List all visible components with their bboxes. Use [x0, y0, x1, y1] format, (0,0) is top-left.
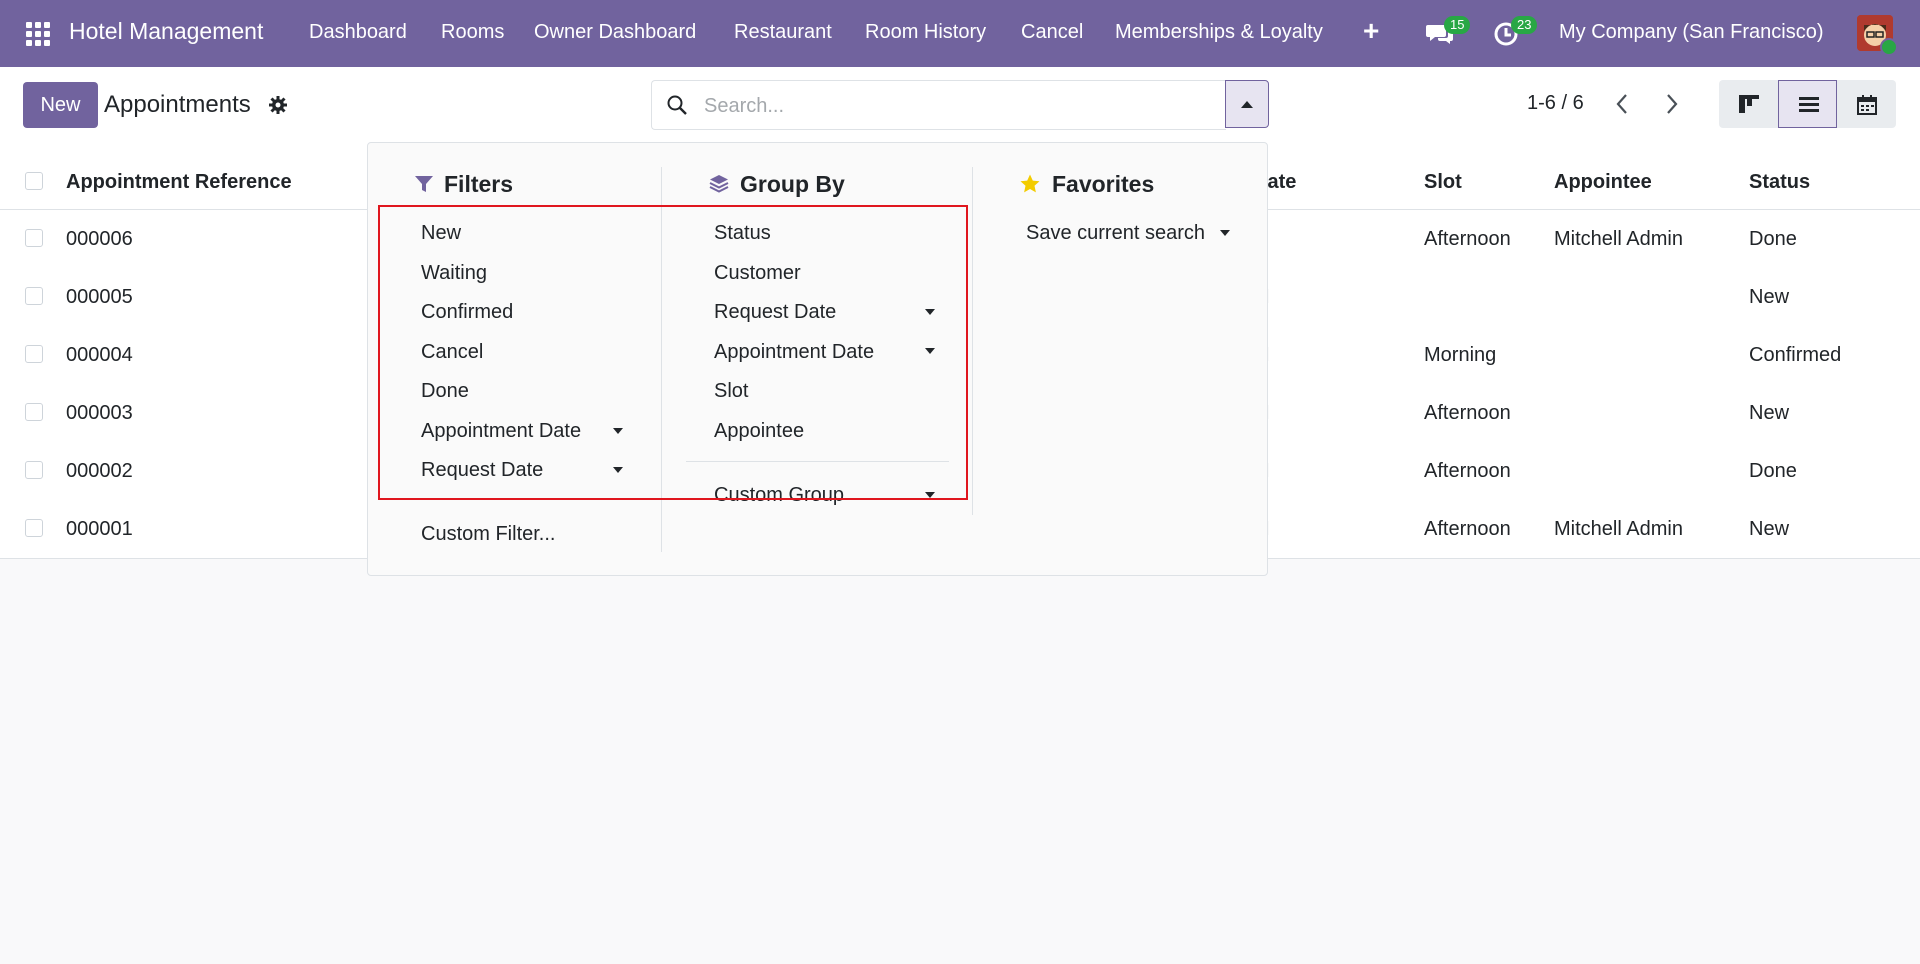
menu-dashboard[interactable]: Dashboard: [309, 21, 407, 44]
group-by-title: Group By: [740, 171, 845, 197]
cell-status: Confirmed: [1749, 344, 1842, 366]
cell-reference: 000005: [66, 286, 133, 308]
apps-grid-icon[interactable]: [26, 22, 50, 46]
row-checkbox[interactable]: [25, 229, 43, 247]
pager-next-icon[interactable]: [1659, 89, 1683, 119]
row-checkbox[interactable]: [25, 461, 43, 479]
cell-slot: Afternoon: [1424, 460, 1511, 482]
caret-down-icon[interactable]: [613, 467, 623, 473]
filter-new[interactable]: New: [421, 222, 461, 245]
group-by-heading: Group By: [708, 171, 845, 198]
column-header-status[interactable]: Status: [1749, 171, 1810, 194]
menu-memberships-loyalty[interactable]: Memberships & Loyalty: [1115, 21, 1323, 44]
caret-down-icon[interactable]: [925, 348, 935, 354]
cell-status: Done: [1749, 228, 1797, 250]
activities-badge: 23: [1511, 16, 1538, 34]
filter-appointment-date[interactable]: Appointment Date: [421, 420, 581, 443]
cell-reference: 000004: [66, 344, 133, 366]
search-input[interactable]: [702, 81, 1216, 131]
custom-group-select[interactable]: Custom Group: [714, 484, 844, 507]
group-request-date[interactable]: Request Date: [714, 301, 836, 324]
calendar-view-button[interactable]: [1837, 80, 1896, 128]
group-customer[interactable]: Customer: [714, 262, 801, 285]
row-checkbox[interactable]: [25, 403, 43, 421]
caret-down-icon[interactable]: [1220, 230, 1230, 236]
column-header-slot[interactable]: Slot: [1424, 171, 1462, 194]
caret-up-icon: [1241, 101, 1253, 108]
column-header-reference[interactable]: Appointment Reference: [66, 171, 292, 194]
messages-badge: 15: [1444, 16, 1471, 34]
caret-down-icon[interactable]: [925, 492, 935, 498]
page-title: Appointments: [104, 91, 251, 118]
filter-cancel[interactable]: Cancel: [421, 341, 483, 364]
group-appointee[interactable]: Appointee: [714, 420, 804, 443]
filters-heading: Filters: [444, 171, 514, 197]
row-checkbox[interactable]: [25, 287, 43, 305]
search-box: [651, 80, 1226, 131]
menu-owner-dashboard[interactable]: Owner Dashboard: [534, 21, 696, 44]
cell-reference: 000002: [66, 460, 133, 482]
menu-restaurant[interactable]: Restaurant: [734, 21, 832, 44]
cell-slot: Morning: [1424, 344, 1497, 366]
cell-reference: 000001: [66, 518, 133, 540]
pager-value[interactable]: 1-6 / 6: [1527, 92, 1584, 115]
save-current-search[interactable]: Save current search: [1026, 222, 1205, 245]
favorites-heading: Favorites: [1052, 171, 1155, 197]
search-icon: [667, 95, 687, 115]
row-checkbox[interactable]: [25, 519, 43, 537]
cell-appointee: Mitchell Admin: [1554, 228, 1683, 250]
control-panel: New Appointments 1-6 / 6: [0, 67, 1920, 154]
pager-previous-icon[interactable]: [1611, 89, 1635, 119]
custom-filter-link[interactable]: Custom Filter...: [421, 523, 555, 546]
row-checkbox[interactable]: [25, 345, 43, 363]
caret-down-icon[interactable]: [613, 428, 623, 434]
list-icon: [1799, 97, 1819, 112]
gear-icon[interactable]: [268, 95, 288, 115]
company-switcher[interactable]: My Company (San Francisco): [1559, 21, 1824, 44]
filter-waiting[interactable]: Waiting: [421, 262, 487, 285]
cell-status: Done: [1749, 460, 1797, 482]
select-all-checkbox[interactable]: [25, 172, 43, 190]
column-divider: [661, 167, 662, 552]
kanban-icon: [1739, 95, 1759, 113]
column-header-appointee[interactable]: Appointee: [1554, 171, 1652, 194]
top-navbar: Hotel Management Dashboard Rooms Owner D…: [0, 0, 1920, 67]
filter-request-date[interactable]: Request Date: [421, 459, 543, 482]
cell-status: New: [1749, 518, 1790, 540]
cell-appointee: Mitchell Admin: [1554, 518, 1683, 540]
group-divider: [686, 461, 949, 462]
group-slot[interactable]: Slot: [714, 380, 748, 403]
cell-status: New: [1749, 402, 1790, 424]
column-divider: [972, 167, 973, 515]
filter-done[interactable]: Done: [421, 380, 469, 403]
app-brand[interactable]: Hotel Management: [69, 18, 263, 45]
cell-slot: Afternoon: [1424, 402, 1511, 424]
menu-rooms[interactable]: Rooms: [441, 21, 504, 44]
group-appointment-date[interactable]: Appointment Date: [714, 341, 874, 364]
cell-status: New: [1749, 286, 1790, 308]
cell-reference: 000006: [66, 228, 133, 250]
cell-slot: Afternoon: [1424, 518, 1511, 540]
search-options-dropdown: Filters New Waiting Confirmed Cancel Don…: [367, 142, 1268, 576]
cell-slot: Afternoon: [1424, 228, 1511, 250]
filter-confirmed[interactable]: Confirmed: [421, 301, 513, 324]
menu-room-history[interactable]: Room History: [865, 21, 986, 44]
filter-icon: [415, 176, 433, 192]
menu-cancel[interactable]: Cancel: [1021, 21, 1083, 44]
caret-down-icon[interactable]: [925, 309, 935, 315]
search-options-toggle[interactable]: [1225, 80, 1269, 128]
star-icon: [1020, 174, 1040, 193]
group-status[interactable]: Status: [714, 222, 771, 245]
kanban-view-button[interactable]: [1719, 80, 1778, 128]
add-menu-plus-icon[interactable]: +: [1363, 15, 1379, 47]
cell-reference: 000003: [66, 402, 133, 424]
online-status-dot: [1880, 38, 1898, 56]
calendar-icon: [1857, 95, 1877, 115]
new-button[interactable]: New: [23, 82, 98, 128]
list-view-button[interactable]: [1778, 80, 1837, 128]
